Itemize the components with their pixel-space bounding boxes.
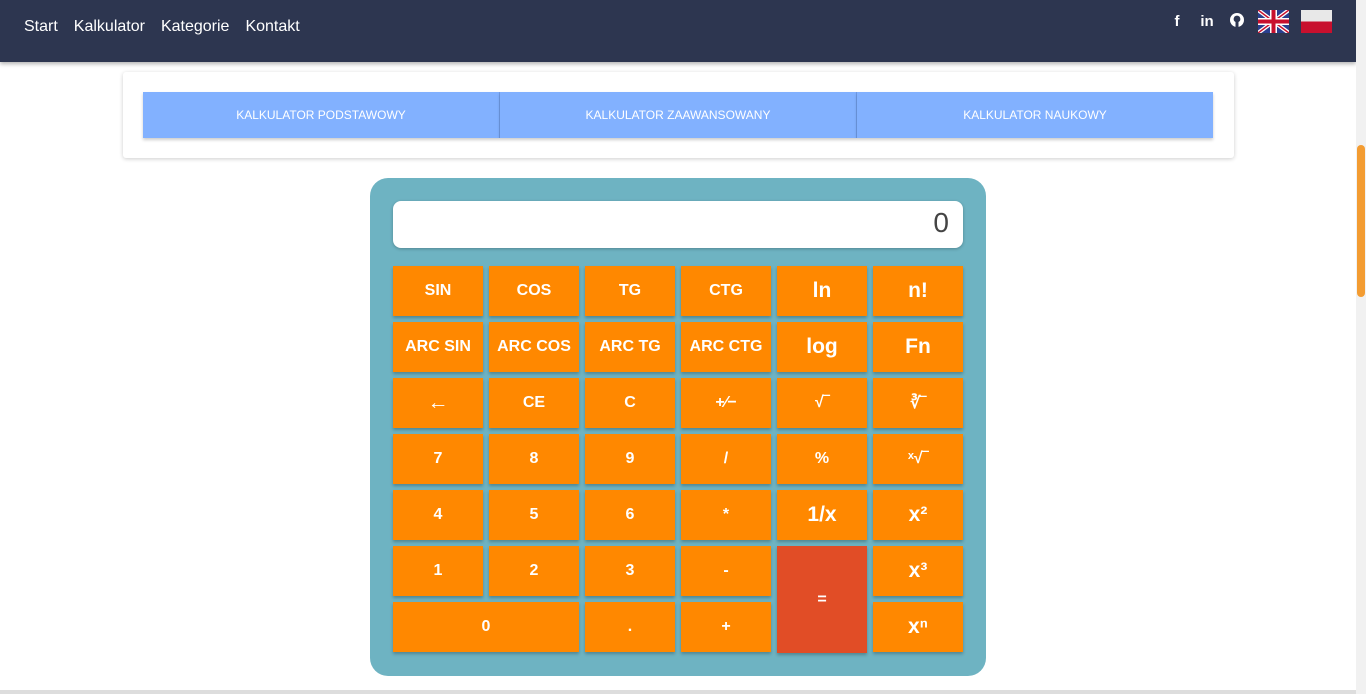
ln-button[interactable]: ln [777,266,867,316]
facebook-icon[interactable]: f [1168,13,1186,30]
nth-root-button[interactable]: ˣ√‾ [873,434,963,484]
digit-5-button[interactable]: 5 [489,490,579,540]
linkedin-icon[interactable]: in [1198,13,1216,30]
cube-button[interactable]: x³ [873,546,963,596]
digit-6-button[interactable]: 6 [585,490,675,540]
tab-scientific-calculator[interactable]: KALKULATOR NAUKOWY [857,92,1213,138]
sign-toggle-button[interactable]: +⁄− [681,378,771,428]
calculator-tabs: KALKULATOR PODSTAWOWY KALKULATOR ZAAWANS… [143,92,1213,138]
calculator-tabs-card: KALKULATOR PODSTAWOWY KALKULATOR ZAAWANS… [123,72,1234,158]
digit-0-button[interactable]: 0 [393,602,579,652]
github-icon[interactable] [1228,12,1246,32]
digit-4-button[interactable]: 4 [393,490,483,540]
arc-tg-button[interactable]: ARC TG [585,322,675,372]
subtract-button[interactable]: - [681,546,771,596]
square-root-button[interactable]: √‾ [777,378,867,428]
arc-sin-button[interactable]: ARC SIN [393,322,483,372]
equals-button[interactable]: = [777,546,867,653]
multiply-button[interactable]: * [681,490,771,540]
digit-1-button[interactable]: 1 [393,546,483,596]
cube-root-button[interactable]: ∛‾ [873,378,963,428]
factorial-button[interactable]: n! [873,266,963,316]
calculator-display: 0 [393,201,963,248]
ctg-button[interactable]: CTG [681,266,771,316]
digit-9-button[interactable]: 9 [585,434,675,484]
bottom-edge [0,690,1356,694]
log-button[interactable]: log [777,322,867,372]
reciprocal-button[interactable]: 1/x [777,490,867,540]
top-navbar: Start Kalkulator Kategorie Kontakt f in [0,0,1356,62]
arc-ctg-button[interactable]: ARC CTG [681,322,771,372]
divide-button[interactable]: / [681,434,771,484]
clear-button[interactable]: C [585,378,675,428]
square-button[interactable]: x² [873,490,963,540]
nav-link-kalkulator[interactable]: Kalkulator [74,18,145,36]
clear-entry-button[interactable]: CE [489,378,579,428]
nav-link-kontakt[interactable]: Kontakt [245,18,299,36]
tab-basic-calculator[interactable]: KALKULATOR PODSTAWOWY [143,92,500,138]
backspace-button[interactable]: ← [393,378,483,428]
nav-link-start[interactable]: Start [24,18,58,36]
nav-links: Start Kalkulator Kategorie Kontakt [24,18,300,36]
decimal-point-button[interactable]: . [585,602,675,652]
nav-right: f in [1168,10,1332,33]
uk-flag-icon[interactable] [1258,10,1289,33]
tg-button[interactable]: TG [585,266,675,316]
digit-2-button[interactable]: 2 [489,546,579,596]
scrollbar-thumb[interactable] [1357,145,1365,297]
calculator: 0 SIN COS TG CTG ln n! ARC SIN ARC COS A… [370,178,986,676]
power-button[interactable]: xⁿ [873,602,963,652]
tab-advanced-calculator[interactable]: KALKULATOR ZAAWANSOWANY [500,92,857,138]
fibonacci-button[interactable]: Fn [873,322,963,372]
digit-7-button[interactable]: 7 [393,434,483,484]
nav-link-kategorie[interactable]: Kategorie [161,18,230,36]
add-button[interactable]: + [681,602,771,652]
percent-button[interactable]: % [777,434,867,484]
cos-button[interactable]: COS [489,266,579,316]
digit-8-button[interactable]: 8 [489,434,579,484]
poland-flag-icon[interactable] [1301,10,1332,33]
arc-cos-button[interactable]: ARC COS [489,322,579,372]
digit-3-button[interactable]: 3 [585,546,675,596]
page-scrollbar[interactable] [1356,0,1366,694]
sin-button[interactable]: SIN [393,266,483,316]
